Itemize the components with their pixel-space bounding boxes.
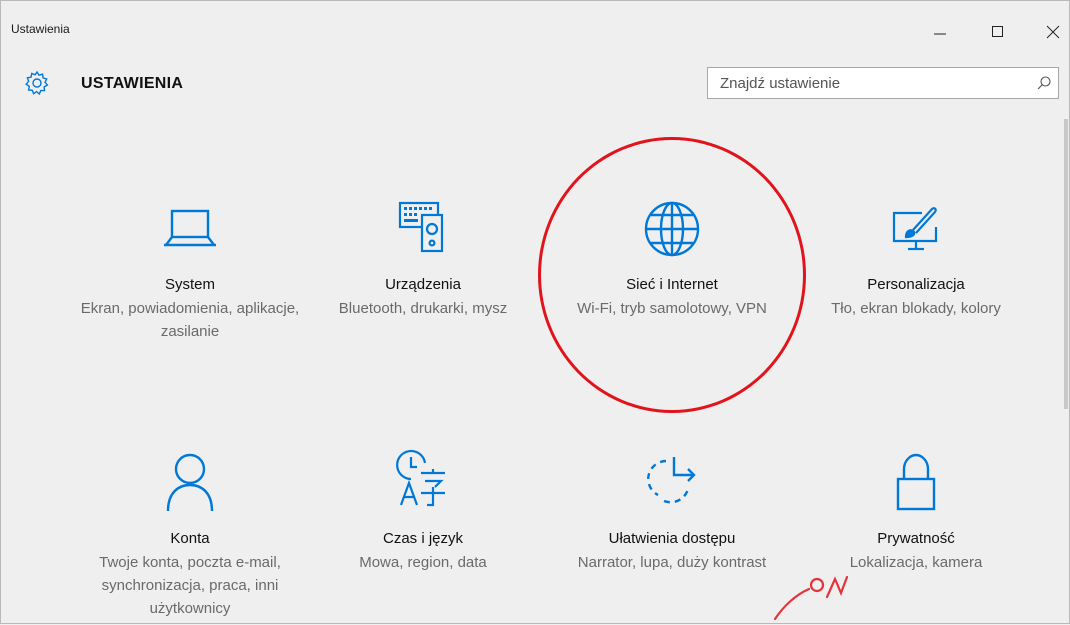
maximize-button[interactable] [976,19,1020,45]
tile-system[interactable]: System Ekran, powiadomienia, aplikacje, … [68,197,312,367]
search-icon[interactable] [1036,75,1052,91]
tile-ease-of-access[interactable]: Ułatwienia dostępu Narrator, lupa, duży … [550,449,794,625]
tile-description: Bluetooth, drukarki, mysz [338,300,508,317]
tile-name: Konta [170,530,210,547]
tile-name: Sieć i Internet [626,276,718,293]
tile-description: Twoje konta, poczta e-mail, synchronizac… [99,554,281,617]
tile-description: Mowa, region, data [359,554,487,571]
settings-window: Ustawienia USTAWIENIA Znajdź ustawienie … [0,0,1070,624]
maximize-icon [992,26,1003,37]
page-title: USTAWIENIA [81,75,184,92]
personalization-icon [884,197,948,261]
globe-icon [640,197,704,261]
tile-name: System [164,276,215,293]
tile-name: Ułatwienia dostępu [608,530,736,547]
search-input[interactable] [708,68,1018,98]
settings-header: USTAWIENIA [1,61,1069,115]
time-language-icon [391,449,455,513]
close-icon [1046,25,1060,39]
lock-icon [884,449,948,513]
tile-name: Prywatność [877,530,955,547]
tile-network[interactable]: Sieć i Internet Wi-Fi, tryb samolotowy, … [550,197,794,367]
scrollbar[interactable] [1064,119,1068,409]
tile-name: Urządzenia [385,276,461,293]
tile-time-language[interactable]: Czas i język Mowa, region, data [301,449,545,625]
tile-name: Czas i język [382,530,464,547]
tile-description: Tło, ekran blokady, kolory [831,300,1001,317]
ease-of-access-icon [640,449,704,513]
title-bar[interactable]: Ustawienia [1,1,1069,53]
tile-description: Lokalizacja, kamera [849,554,983,571]
tile-description: Wi-Fi, tryb samolotowy, VPN [577,300,767,317]
tile-description: Narrator, lupa, duży kontrast [577,554,767,571]
tile-personalization[interactable]: Personalizacja Tło, ekran blokady, kolor… [794,197,1038,367]
tile-privacy[interactable]: Prywatność Lokalizacja, kamera [794,449,1038,625]
person-icon [158,449,222,513]
tile-name: Personalizacja [867,276,965,293]
devices-icon [391,197,455,261]
window-title: Ustawienia [11,22,70,36]
minimize-icon [934,33,946,35]
tile-devices[interactable]: Urządzenia Bluetooth, drukarki, mysz [301,197,545,367]
search-box[interactable] [707,67,1059,99]
minimize-button[interactable] [918,19,962,45]
laptop-icon [158,197,222,261]
tile-description: Ekran, powiadomienia, aplikacje, zasilan… [80,300,300,340]
close-button[interactable] [1031,19,1070,45]
gear-icon [25,70,49,96]
tile-accounts[interactable]: Konta Twoje konta, poczta e-mail, synchr… [68,449,312,625]
